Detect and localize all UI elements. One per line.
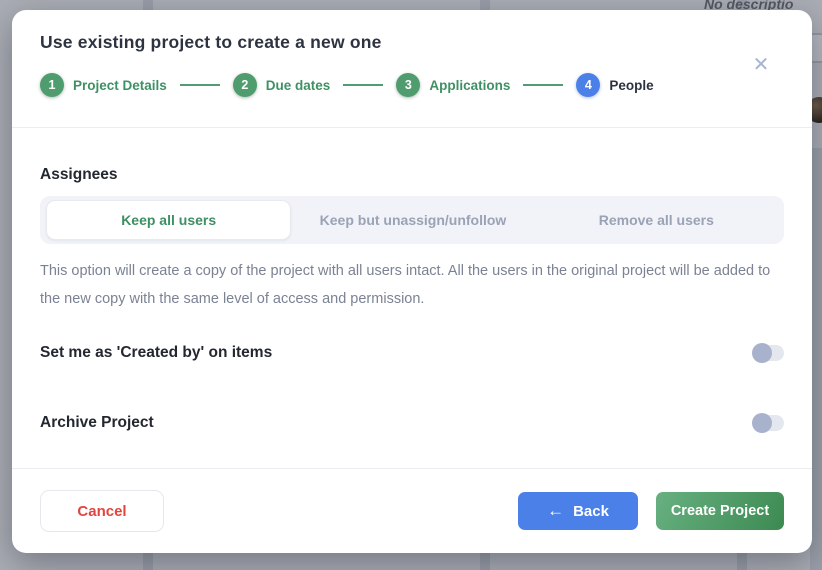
tab-keep-all-users[interactable]: Keep all users xyxy=(46,200,291,240)
step-connector xyxy=(523,84,563,86)
footer-actions: ← Back Create Project xyxy=(518,492,784,530)
assignees-option-description: This option will create a copy of the pr… xyxy=(40,257,784,313)
step-due-dates[interactable]: 2 Due dates xyxy=(233,73,331,97)
archive-project-label: Archive Project xyxy=(40,414,154,432)
toggle-knob xyxy=(752,343,772,363)
modal-header: Use existing project to create a new one… xyxy=(12,10,812,128)
option-row-created-by: Set me as 'Created by' on items xyxy=(40,343,784,363)
step-connector xyxy=(180,84,220,86)
close-icon[interactable]: ✕ xyxy=(750,54,772,76)
tab-keep-but-unassign-unfollow[interactable]: Keep but unassign/unfollow xyxy=(291,200,534,240)
modal-title: Use existing project to create a new one xyxy=(40,32,784,53)
step-label: Project Details xyxy=(73,78,167,93)
back-button-label: Back xyxy=(573,503,609,520)
created-by-label: Set me as 'Created by' on items xyxy=(40,344,272,362)
modal-footer: Cancel ← Back Create Project xyxy=(12,468,812,553)
back-button[interactable]: ← Back xyxy=(518,492,638,530)
step-connector xyxy=(343,84,383,86)
step-label: People xyxy=(609,78,653,93)
modal-body: Assignees Keep all users Keep but unassi… xyxy=(12,128,812,468)
step-label: Applications xyxy=(429,78,510,93)
assignees-heading: Assignees xyxy=(40,166,784,184)
step-number-badge: 1 xyxy=(40,73,64,97)
created-by-toggle[interactable] xyxy=(752,343,784,363)
wizard-stepper: 1 Project Details 2 Due dates 3 Applicat… xyxy=(40,73,784,97)
step-label: Due dates xyxy=(266,78,331,93)
create-project-button[interactable]: Create Project xyxy=(656,492,784,530)
screen: No descriptio Use existing project to cr… xyxy=(0,0,822,570)
step-people[interactable]: 4 People xyxy=(576,73,653,97)
option-row-archive-project: Archive Project xyxy=(40,413,784,433)
step-number-badge: 3 xyxy=(396,73,420,97)
archive-project-toggle[interactable] xyxy=(752,413,784,433)
assignees-tab-group: Keep all users Keep but unassign/unfollo… xyxy=(40,196,784,244)
step-number-badge: 2 xyxy=(233,73,257,97)
tab-remove-all-users[interactable]: Remove all users xyxy=(535,200,778,240)
toggle-knob xyxy=(752,413,772,433)
step-number-badge: 4 xyxy=(576,73,600,97)
create-project-modal: Use existing project to create a new one… xyxy=(12,10,812,553)
cancel-button[interactable]: Cancel xyxy=(40,490,164,532)
step-applications[interactable]: 3 Applications xyxy=(396,73,510,97)
left-arrow-icon: ← xyxy=(547,501,564,521)
step-project-details[interactable]: 1 Project Details xyxy=(40,73,167,97)
